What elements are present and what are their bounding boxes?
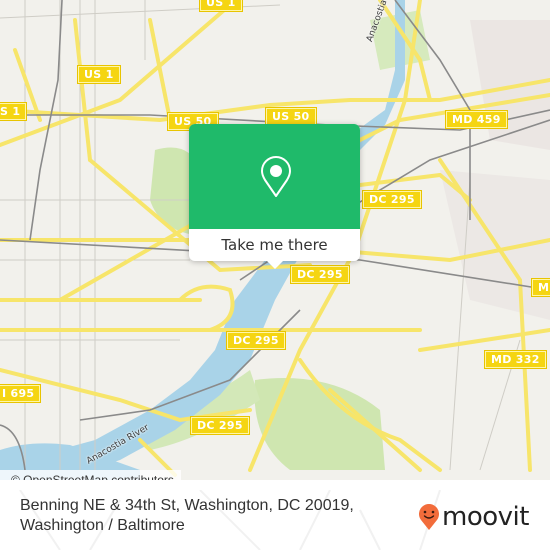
route-shield: DC 295 — [291, 266, 349, 283]
route-shield: DC 295 — [191, 417, 249, 434]
route-shield: DC 295 — [363, 191, 421, 208]
moovit-pin-icon — [419, 504, 439, 530]
address-line-1: Benning NE & 34th St, Washington, DC 200… — [20, 497, 354, 514]
map-attribution[interactable]: © OpenStreetMap contributors — [0, 470, 181, 480]
route-shield: US 1 — [78, 66, 120, 83]
stop-address: Benning NE & 34th St, Washington, DC 200… — [20, 496, 354, 536]
route-shield: US 1 — [200, 0, 242, 11]
address-line-2: Washington / Baltimore — [20, 517, 185, 534]
location-pin-icon — [261, 156, 291, 197]
take-me-there-button[interactable]: Take me there — [189, 229, 360, 261]
brand-name: moovit — [442, 502, 529, 532]
route-shield: I 695 — [0, 385, 41, 402]
route-shield: US 50 — [266, 108, 316, 125]
route-shield: S 1 — [0, 103, 27, 120]
popup-header — [189, 124, 360, 229]
map-view[interactable]: US 1 US 1 S 1 US 50 US 50 MD 459 DC 295 … — [0, 0, 550, 480]
route-shield: MD — [532, 279, 550, 296]
popup-pointer — [267, 261, 283, 269]
location-popup[interactable]: Take me there — [189, 124, 360, 269]
moovit-logo[interactable]: moovit — [418, 502, 529, 532]
route-shield: MD 332 — [485, 351, 546, 368]
route-shield: MD 459 — [446, 111, 507, 128]
urban-area — [470, 20, 550, 150]
route-shield: DC 295 — [227, 332, 285, 349]
